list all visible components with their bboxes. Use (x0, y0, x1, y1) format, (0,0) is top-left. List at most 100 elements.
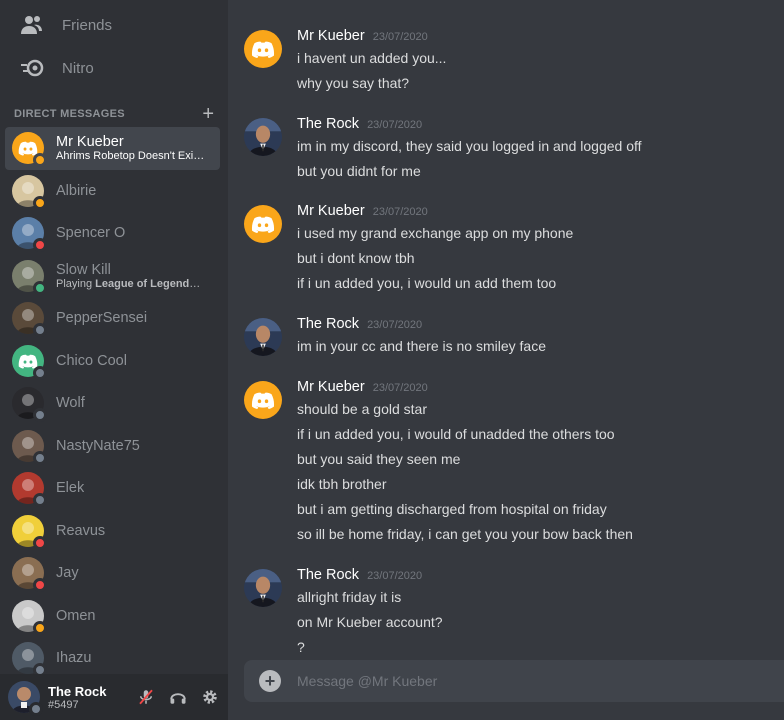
dm-item[interactable]: Wolf (5, 382, 220, 425)
message-author[interactable]: The Rock (297, 116, 359, 132)
dm-item[interactable]: NastyNate75 (5, 425, 220, 468)
dm-section-header: DIRECT MESSAGES + (14, 104, 214, 124)
message-timestamp: 23/07/2020 (367, 570, 423, 582)
dm-item-text: Elek (56, 480, 84, 496)
message-timestamp: 23/07/2020 (367, 319, 423, 331)
dm-item[interactable]: Mr Kueber Ahrims Robetop Doesn't Exis... (5, 127, 220, 170)
dm-item-name: Wolf (56, 395, 85, 412)
dm-item-activity: Playing League of Legends (56, 278, 206, 290)
status-indicator (33, 408, 47, 423)
dm-item-name: PepperSensei (56, 310, 148, 327)
message-avatar[interactable] (244, 318, 282, 356)
message-avatar[interactable] (244, 205, 282, 243)
message-lines: i havent un added you... why you say that… (297, 49, 446, 99)
message-header: The Rock 23/07/2020 (297, 116, 422, 132)
create-dm-icon[interactable]: + (202, 104, 214, 124)
dm-item[interactable]: Chico Cool (5, 340, 220, 383)
rich-presence-icon (200, 279, 206, 288)
mute-microphone-icon[interactable] (136, 687, 156, 707)
message-author[interactable]: Mr Kueber (297, 379, 365, 395)
message-avatar[interactable] (244, 30, 282, 68)
message-author[interactable]: Mr Kueber (297, 28, 365, 44)
dm-item[interactable]: Albirie (5, 170, 220, 213)
dm-list: Mr Kueber Ahrims Robetop Doesn't Exis... A… (0, 127, 228, 680)
dm-item-name: Omen (56, 607, 96, 624)
dm-avatar-wrap (12, 174, 47, 210)
status-indicator (33, 195, 47, 210)
dm-item-text: Ihazu (56, 650, 91, 666)
headphones-icon[interactable] (168, 687, 188, 707)
message-text: i used my grand exchange app on my phone (297, 225, 574, 241)
message-text: but i dont know tbh (297, 250, 415, 266)
dm-avatar-wrap (12, 514, 47, 550)
dm-item[interactable]: Slow Kill Playing League of Legends (5, 255, 220, 298)
dm-item[interactable]: Spencer O (5, 212, 220, 255)
message-header: The Rock 23/07/2020 (297, 316, 422, 332)
message-avatar[interactable] (244, 569, 282, 607)
dm-item-name: Jay (56, 565, 79, 582)
add-attachment-icon[interactable]: + (259, 670, 281, 692)
dm-item[interactable]: Elek (5, 467, 220, 510)
status-indicator (33, 365, 47, 380)
dm-item-name: Mr Kueber (56, 134, 124, 151)
message-timestamp: 23/07/2020 (372, 206, 428, 218)
dm-item-name: Ihazu (56, 650, 92, 667)
message-timestamp: 23/07/2020 (372, 382, 428, 394)
dm-item-text: Wolf (56, 395, 85, 411)
message-author[interactable]: The Rock (297, 567, 359, 583)
status-indicator (33, 323, 47, 338)
dm-item-text: NastyNate75 (56, 438, 140, 454)
dm-item-text: Omen (56, 608, 96, 624)
message-author[interactable]: Mr Kueber (297, 203, 365, 219)
dm-item[interactable]: Reavus (5, 510, 220, 553)
activity-prefix: Playing (56, 277, 96, 290)
message-header: The Rock 23/07/2020 (297, 567, 422, 583)
message-text: but you said they seen me (297, 451, 461, 467)
dm-item[interactable]: Omen (5, 595, 220, 638)
user-avatar-wrap[interactable] (8, 681, 43, 716)
dm-item[interactable]: PepperSensei (5, 297, 220, 340)
message-lines: i used my grand exchange app on my phone… (297, 224, 573, 299)
nav-nitro-label: Nitro (62, 59, 94, 77)
message-text: im in my discord, they said you logged i… (297, 138, 642, 154)
friends-icon (16, 9, 48, 41)
dm-avatar-wrap (12, 344, 47, 380)
message-lines: im in my discord, they said you logged i… (297, 137, 642, 187)
dm-item-text: Jay (56, 565, 79, 581)
dm-avatar-wrap (12, 599, 47, 635)
message-text: if i un added you, i would of unadded th… (297, 426, 615, 442)
status-indicator (33, 153, 47, 168)
status-indicator (33, 493, 47, 508)
status-indicator (33, 450, 47, 465)
message-lines: im in your cc and there is no smiley fac… (297, 337, 546, 362)
settings-gear-icon[interactable] (200, 687, 220, 707)
dm-item[interactable]: Jay (5, 552, 220, 595)
dm-avatar-wrap (12, 217, 47, 253)
dm-item-text: Albirie (56, 183, 96, 199)
dm-item-text: PepperSensei (56, 310, 147, 326)
message-lines: should be a gold star if i un added you, … (297, 400, 633, 550)
message-text: im in your cc and there is no smiley fac… (297, 338, 546, 354)
message-lines: allright friday it is on Mr Kueber accoun… (297, 588, 443, 663)
message-text: but you didnt for me (297, 163, 421, 179)
dm-item-text: Mr Kueber Ahrims Robetop Doesn't Exis... (56, 134, 206, 162)
dm-item-name: Elek (56, 480, 85, 497)
dm-item-name: Reavus (56, 522, 106, 539)
status-indicator (33, 535, 47, 550)
message-header: Mr Kueber 23/07/2020 (297, 379, 428, 395)
message-avatar[interactable] (244, 118, 282, 156)
message-input[interactable] (297, 673, 784, 689)
dm-item-text: Reavus (56, 523, 105, 539)
nav-friends[interactable]: Friends (8, 4, 220, 46)
message-composer: + (244, 660, 784, 702)
dm-item-name: Spencer O (56, 225, 126, 242)
nav-friends-label: Friends (62, 16, 113, 34)
message-avatar[interactable] (244, 381, 282, 419)
dm-avatar-wrap (12, 259, 47, 295)
message-header: Mr Kueber 23/07/2020 (297, 28, 428, 44)
dm-sidebar: Friends Nitro DIRECT MESSAGES + Mr Kuebe… (0, 0, 228, 720)
message-author[interactable]: The Rock (297, 316, 359, 332)
status-indicator (33, 238, 47, 253)
nav-nitro[interactable]: Nitro (8, 47, 220, 89)
status-indicator (29, 702, 43, 716)
